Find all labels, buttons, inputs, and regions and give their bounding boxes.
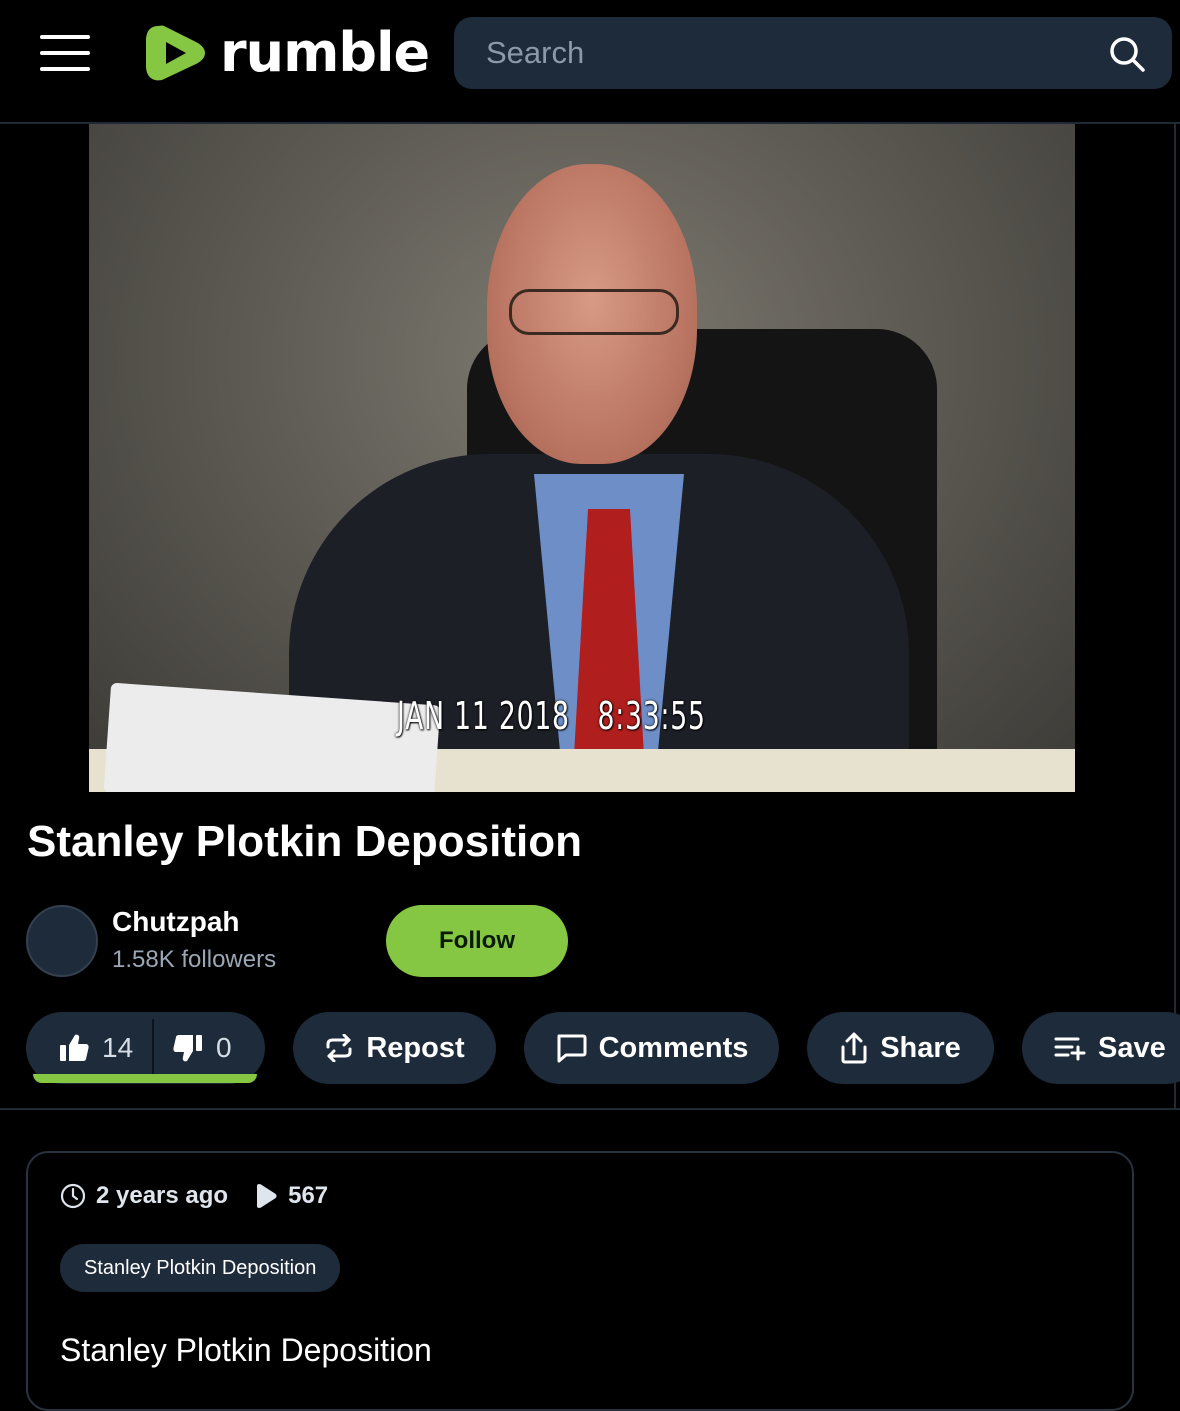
video-description: Stanley Plotkin Deposition	[60, 1332, 432, 1368]
clock-icon	[60, 1183, 86, 1209]
upload-age-text: 2 years ago	[96, 1182, 229, 1209]
video-tag[interactable]: Stanley Plotkin Deposition	[60, 1244, 341, 1292]
channel-avatar[interactable]	[26, 905, 98, 977]
like-ratio-bar	[33, 1074, 257, 1083]
top-bar: rumble	[0, 0, 1180, 124]
brand-name: rumble	[220, 21, 430, 84]
follow-button[interactable]: Follow	[386, 905, 568, 977]
search-bar	[454, 17, 1172, 89]
video-timestamp-overlay: JAN 11 2018 8:33:55	[397, 694, 706, 738]
upload-age: 2 years ago	[60, 1182, 228, 1210]
comments-label: Comments	[598, 1031, 749, 1064]
share-icon	[841, 1032, 867, 1064]
repost-button[interactable]: Repost	[293, 1012, 496, 1084]
play-icon	[257, 1184, 277, 1208]
comments-button[interactable]: Comments	[524, 1012, 779, 1084]
share-label: Share	[880, 1031, 961, 1064]
search-icon[interactable]	[1108, 35, 1146, 73]
follower-count: 1.58K followers	[112, 946, 277, 973]
rumble-logo[interactable]: rumble	[144, 20, 430, 86]
video-title: Stanley Plotkin Deposition	[27, 817, 582, 866]
video-meta: 2 years ago 567	[60, 1182, 354, 1210]
section-divider	[0, 1108, 1180, 1110]
menu-icon[interactable]	[40, 33, 92, 75]
view-count-text: 567	[288, 1182, 329, 1209]
like-count: 14	[102, 1032, 134, 1063]
save-button[interactable]: Save	[1022, 1012, 1180, 1084]
repost-label: Repost	[366, 1031, 465, 1064]
video-frame-glasses	[509, 289, 679, 335]
rumble-play-icon	[146, 25, 205, 81]
playlist-add-icon	[1054, 1037, 1086, 1061]
thumbs-down-icon	[173, 1035, 202, 1062]
repost-icon	[326, 1034, 352, 1062]
dislike-count: 0	[216, 1032, 232, 1063]
thumbs-up-icon	[60, 1034, 89, 1061]
share-button[interactable]: Share	[807, 1012, 994, 1084]
content-edge	[1174, 124, 1176, 1109]
video-player[interactable]: JAN 11 2018 8:33:55	[89, 124, 1075, 792]
save-label: Save	[1098, 1031, 1166, 1064]
search-input[interactable]	[484, 17, 1084, 89]
view-count: 567	[254, 1182, 328, 1210]
channel-name[interactable]: Chutzpah	[112, 906, 240, 938]
comment-icon	[557, 1034, 587, 1063]
